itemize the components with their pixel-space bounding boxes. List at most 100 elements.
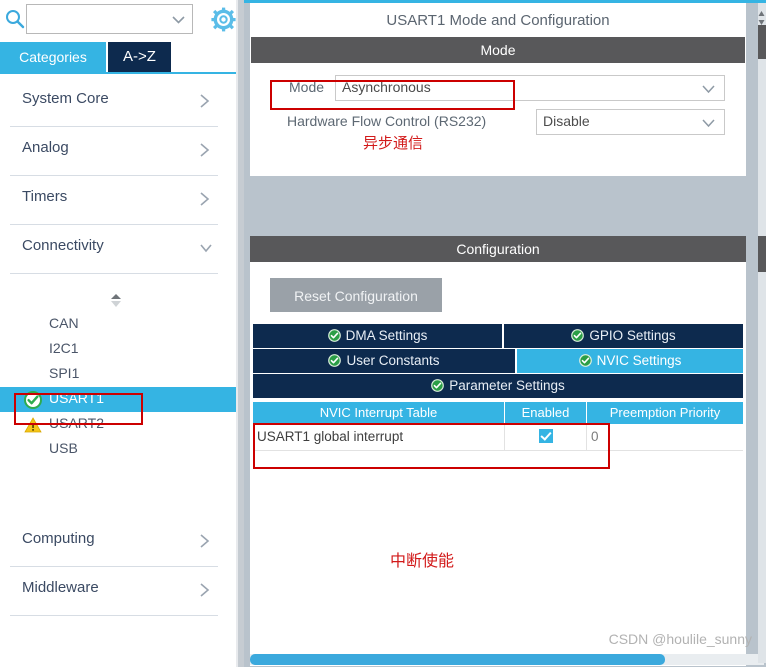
flow-control-select[interactable]: Disable bbox=[536, 109, 725, 135]
watermark: CSDN @houlile_sunny bbox=[608, 631, 752, 647]
category-label: Connectivity bbox=[22, 237, 104, 254]
list-item-usb[interactable]: USB bbox=[0, 437, 244, 462]
chevron-right-icon bbox=[198, 141, 212, 159]
left-sidebar: Categories A->Z System Core Analog Timer… bbox=[0, 0, 244, 667]
search-combobox[interactable] bbox=[26, 4, 193, 34]
search-row bbox=[0, 0, 244, 38]
chevron-down-icon[interactable] bbox=[701, 117, 716, 129]
chevron-down-icon[interactable] bbox=[171, 13, 186, 26]
annotation-interrupt-note: 中断使能 bbox=[390, 551, 455, 570]
status-warning-icon bbox=[24, 416, 42, 434]
cell-enabled[interactable] bbox=[505, 424, 587, 450]
flow-control-row: Hardware Flow Control (RS232) Disable bbox=[251, 109, 731, 135]
peripheral-label: I2C1 bbox=[49, 340, 79, 356]
settings-tab-row-1: DMA Settings GPIO Settings bbox=[253, 324, 743, 348]
tab-categories[interactable]: Categories bbox=[0, 42, 106, 72]
settings-tab-row-2: User Constants NVIC Settings bbox=[253, 349, 743, 373]
cell-preemption-priority[interactable]: 0 bbox=[587, 424, 743, 450]
mode-label: Mode bbox=[289, 79, 325, 95]
settings-tab-row-3: Parameter Settings bbox=[253, 374, 743, 398]
horizontal-scrollbar-thumb[interactable] bbox=[250, 654, 665, 665]
chevron-right-icon bbox=[198, 532, 212, 550]
peripheral-label: SPI1 bbox=[49, 365, 80, 381]
category-label: Middleware bbox=[22, 579, 99, 596]
chevron-right-icon bbox=[198, 190, 212, 208]
category-label: System Core bbox=[22, 90, 109, 107]
tab-label: NVIC Settings bbox=[596, 353, 682, 368]
cell-interrupt-name: USART1 global interrupt bbox=[253, 424, 505, 450]
status-ok-icon bbox=[24, 391, 42, 409]
chevron-right-icon bbox=[198, 581, 212, 599]
table-header-row: NVIC Interrupt Table Enabled Preemption … bbox=[253, 402, 743, 424]
category-label: Timers bbox=[22, 188, 68, 205]
horizontal-scrollbar-track[interactable] bbox=[250, 654, 764, 665]
column-header-enabled: Enabled bbox=[505, 402, 587, 424]
peripheral-label: USART1 bbox=[49, 390, 104, 406]
sidebar-item-system-core[interactable]: System Core bbox=[10, 78, 218, 127]
vertical-scrollbar-thumb-lower[interactable] bbox=[758, 236, 766, 272]
tab-nvic-settings[interactable]: NVIC Settings bbox=[517, 349, 743, 373]
search-input[interactable] bbox=[31, 9, 170, 31]
list-item-usart2[interactable]: USART2 bbox=[0, 412, 244, 437]
sidebar-item-analog[interactable]: Analog bbox=[10, 127, 218, 176]
peripheral-label: CAN bbox=[49, 315, 79, 331]
list-item-usart1[interactable]: USART1 bbox=[0, 387, 244, 412]
configuration-section-body: Reset Configuration DMA Settings GPIO Se… bbox=[250, 262, 746, 666]
status-ok-icon bbox=[327, 326, 341, 342]
gear-icon[interactable] bbox=[210, 7, 237, 32]
sidebar-item-middleware[interactable]: Middleware bbox=[10, 567, 218, 616]
category-label: Analog bbox=[22, 139, 69, 156]
peripheral-list: CAN I2C1 SPI1 USART1 USART2 USB bbox=[0, 312, 244, 462]
annotation-mode-note: 异步通信 bbox=[363, 134, 424, 152]
chevron-down-icon[interactable] bbox=[701, 83, 716, 95]
scroll-down-arrow-icon[interactable] bbox=[758, 14, 765, 25]
tab-label: DMA Settings bbox=[345, 328, 428, 343]
table-row[interactable]: USART1 global interrupt 0 bbox=[253, 424, 743, 451]
sidebar-tabs: Categories A->Z bbox=[0, 42, 244, 74]
tab-label: User Constants bbox=[346, 353, 440, 368]
right-config-panel: USART1 Mode and Configuration Mode Mode … bbox=[244, 0, 766, 667]
sidebar-item-computing[interactable]: Computing bbox=[10, 518, 218, 567]
status-ok-icon bbox=[431, 376, 445, 392]
search-icon bbox=[4, 8, 26, 30]
tab-dma-settings[interactable]: DMA Settings bbox=[253, 324, 502, 348]
status-ok-icon bbox=[328, 351, 342, 367]
list-item-can[interactable]: CAN bbox=[0, 312, 244, 337]
vertical-scrollbar-thumb-upper[interactable] bbox=[758, 25, 766, 59]
sidebar-item-timers[interactable]: Timers bbox=[10, 176, 218, 225]
scroll-up-arrow-icon[interactable] bbox=[758, 5, 765, 16]
peripheral-label: USB bbox=[49, 440, 78, 456]
mode-section-body: Mode Asynchronous Hardware Flow Control … bbox=[251, 63, 745, 175]
mode-card: USART1 Mode and Configuration Mode Mode … bbox=[250, 3, 746, 176]
configuration-card: Configuration Reset Configuration DMA Se… bbox=[250, 236, 746, 666]
tab-a-to-z[interactable]: A->Z bbox=[108, 42, 171, 72]
reset-configuration-button[interactable]: Reset Configuration bbox=[270, 278, 442, 312]
list-item-spi1[interactable]: SPI1 bbox=[0, 362, 244, 387]
tab-label: GPIO Settings bbox=[589, 328, 676, 343]
mode-row: Mode Asynchronous bbox=[251, 75, 731, 101]
vertical-scrollbar-track[interactable] bbox=[758, 3, 766, 663]
mode-select[interactable]: Asynchronous bbox=[335, 75, 725, 101]
scroll-up-indicator-icon[interactable] bbox=[108, 292, 124, 310]
status-ok-icon bbox=[571, 326, 585, 342]
nvic-interrupt-table: NVIC Interrupt Table Enabled Preemption … bbox=[253, 402, 743, 461]
sidebar-item-connectivity[interactable]: Connectivity bbox=[10, 225, 218, 274]
application-window: Categories A->Z System Core Analog Timer… bbox=[0, 0, 766, 667]
column-header-preemption-priority: Preemption Priority bbox=[609, 405, 721, 420]
enabled-checkbox[interactable] bbox=[538, 429, 553, 443]
tab-parameter-settings[interactable]: Parameter Settings bbox=[253, 374, 743, 398]
table-spacer bbox=[253, 451, 743, 461]
category-label: Computing bbox=[22, 530, 95, 547]
chevron-right-icon bbox=[198, 92, 212, 110]
list-item-i2c1[interactable]: I2C1 bbox=[0, 337, 244, 362]
configuration-section-header: Configuration bbox=[250, 236, 746, 262]
flow-control-value: Disable bbox=[543, 113, 590, 129]
tab-user-constants[interactable]: User Constants bbox=[253, 349, 515, 373]
mode-section-header: Mode bbox=[251, 37, 745, 63]
tab-label: Parameter Settings bbox=[449, 378, 565, 393]
tab-gpio-settings[interactable]: GPIO Settings bbox=[504, 324, 743, 348]
tabs-underline bbox=[0, 72, 244, 74]
status-ok-icon bbox=[578, 351, 592, 367]
chevron-down-icon bbox=[198, 239, 212, 257]
peripheral-label: USART2 bbox=[49, 415, 104, 431]
